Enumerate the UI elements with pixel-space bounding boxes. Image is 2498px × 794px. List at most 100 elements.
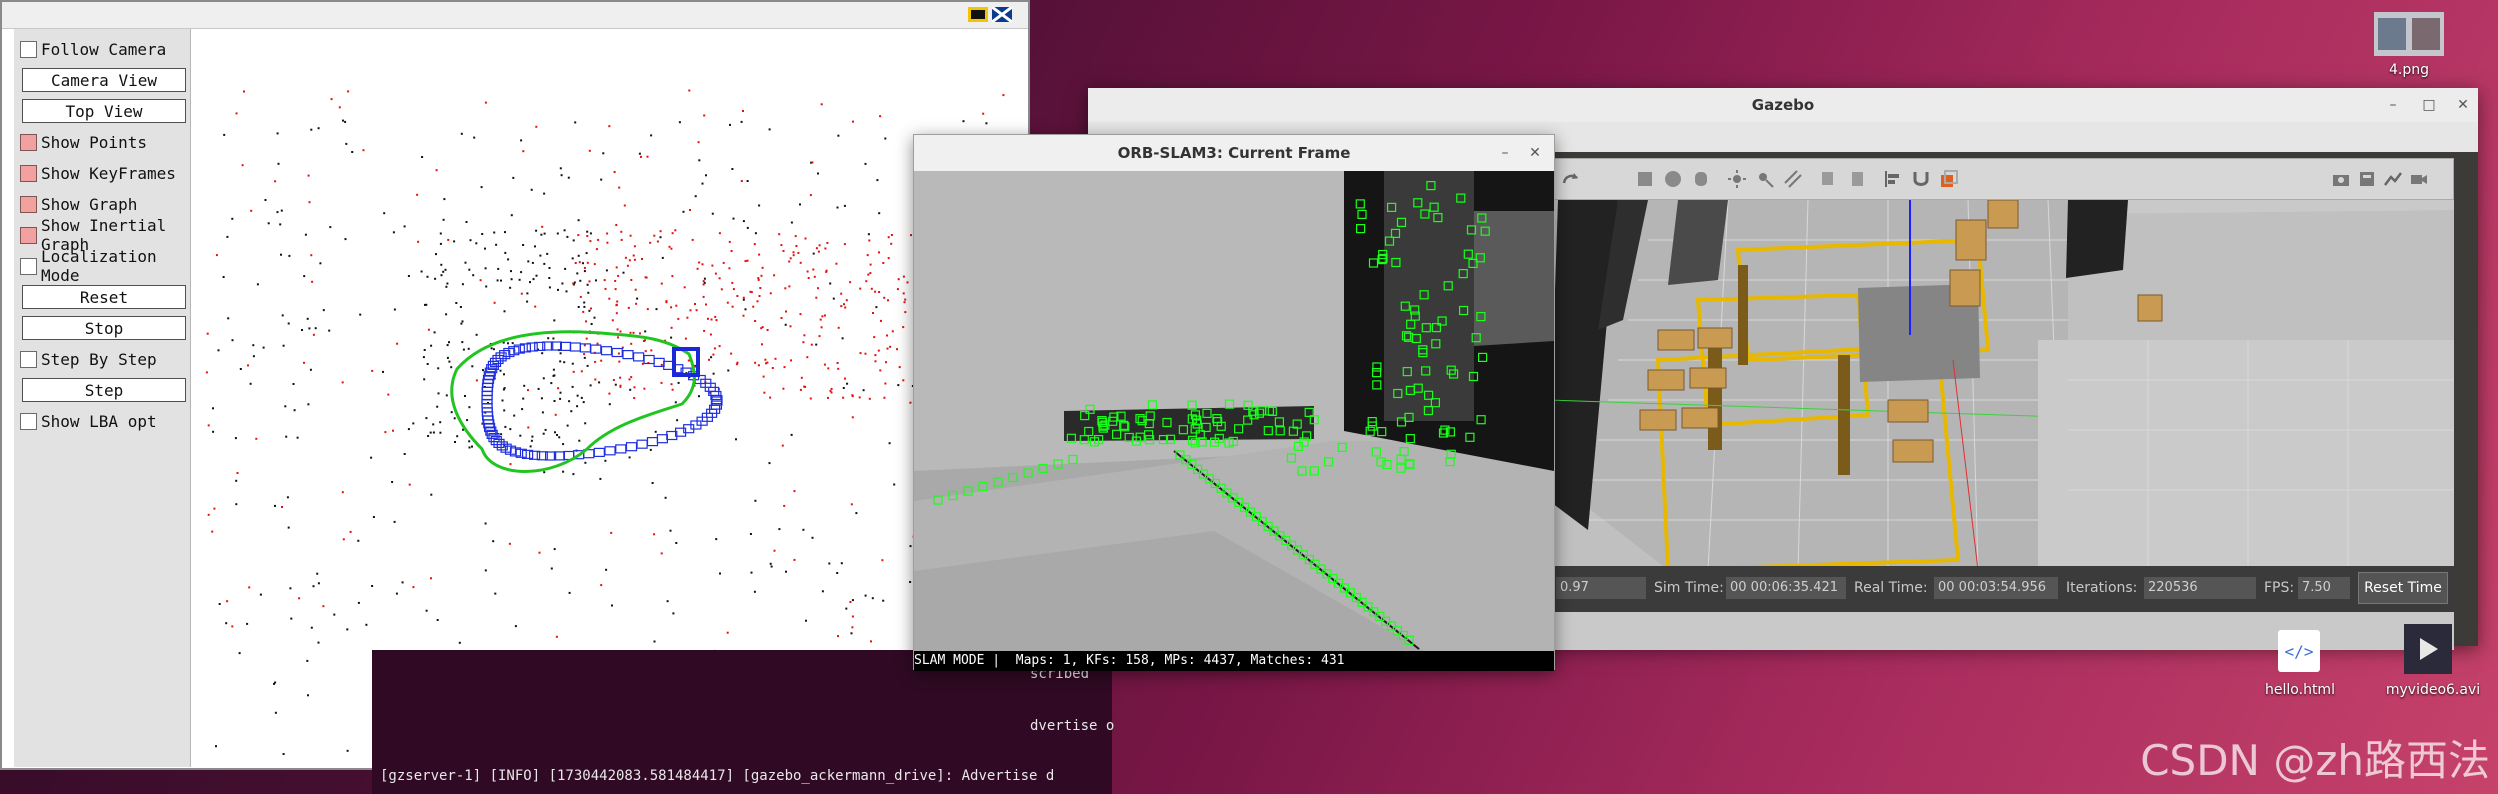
map-point [811,161,814,164]
close-button[interactable]: ✕ [1524,142,1546,164]
map-point [606,241,609,244]
log-icon[interactable] [2357,169,2377,189]
map-point [556,434,558,436]
snap-magnet-icon[interactable] [1911,169,1931,189]
show-lba-opt-checkbox[interactable]: Show LBA opt [20,407,188,435]
map-point [338,106,341,109]
iterations-label: Iterations: [2066,580,2138,596]
map-point [778,233,781,236]
desktop-file-hello-html[interactable]: </> [2278,630,2320,672]
show-graph-checkbox[interactable]: Show Graph [20,190,188,218]
cylinder-shape-icon[interactable] [1691,169,1711,189]
step-by-step-checkbox[interactable]: Step By Step [20,345,188,373]
keyframe [636,439,648,449]
video-record-icon[interactable] [2409,169,2429,189]
reset-time-button[interactable]: Reset Time [2358,572,2448,604]
map-point [836,572,839,574]
plot-icon[interactable] [2383,169,2403,189]
map-point [341,491,344,494]
map-point [781,444,784,447]
minimize-button[interactable]: – [1494,142,1516,164]
map-point [589,384,592,387]
spot-light-icon[interactable] [1755,169,1775,189]
map-point [392,231,395,234]
box-shape-icon[interactable] [1635,169,1655,189]
map-point [544,428,547,431]
map-point [473,136,476,139]
map-point [393,520,396,523]
map-point [720,288,723,291]
map-point [585,337,588,340]
minimize-icon[interactable] [968,7,988,22]
checkbox-box[interactable] [20,195,37,213]
maximize-icon[interactable] [992,7,1012,22]
align-icon[interactable] [1883,169,1903,189]
map-point [675,542,678,544]
close-button[interactable]: ✕ [2452,94,2474,116]
map-point [670,326,673,329]
point-light-icon[interactable] [1727,169,1747,189]
show-keyframes-checkbox[interactable]: Show KeyFrames [20,159,188,187]
map-point [718,345,721,348]
map-point [821,315,824,318]
window-title: ORB-SLAM3: Current Frame [1117,144,1351,162]
map-point [836,206,839,209]
copy-icon[interactable] [1819,169,1839,189]
sphere-shape-icon[interactable] [1663,169,1683,189]
map-point [292,383,295,385]
map-point [709,333,712,336]
reset-button[interactable]: Reset [22,285,186,309]
change-view-icon[interactable] [1939,169,1959,189]
map-point [789,257,792,260]
map-point [507,258,510,261]
map-point [264,199,267,201]
map-point [466,419,469,422]
map-point [500,279,502,282]
map-point [757,277,760,280]
screenshot-icon[interactable] [2331,169,2351,189]
localization-mode-checkbox[interactable]: Localization Mode [20,247,188,285]
redo-icon[interactable] [1561,169,1581,189]
map-point [744,260,747,263]
map-point [526,300,529,303]
map-point [718,232,721,235]
map-point [622,271,625,274]
checkbox-box[interactable] [20,412,37,430]
checkbox-box[interactable] [20,40,37,58]
map-point [464,261,467,264]
desktop-file-4png[interactable] [2374,12,2444,56]
map-point [568,400,571,403]
map-point [285,435,288,438]
checkbox-box[interactable] [20,350,37,368]
maximize-button[interactable]: □ [2418,94,2440,116]
map-point [346,628,349,631]
map-point [434,277,437,280]
directional-light-icon[interactable] [1783,169,1803,189]
step-button[interactable]: Step [22,378,186,402]
map-point [223,133,226,136]
minimize-button[interactable]: – [2382,94,2404,116]
map-point [712,353,715,356]
show-points-checkbox[interactable]: Show Points [20,128,188,156]
checkbox-box[interactable] [20,164,37,182]
follow-camera-checkbox[interactable]: Follow Camera [20,35,188,63]
map-point [778,528,781,531]
paste-icon[interactable] [1847,169,1867,189]
map-point [310,626,313,629]
checkbox-box[interactable] [20,226,37,244]
show-inertial-graph-checkbox[interactable]: Show Inertial Graph [20,216,188,254]
stop-button[interactable]: Stop [22,316,186,340]
map-point [616,328,619,331]
desktop-file-myvideo6[interactable] [2404,624,2452,674]
map-point [207,513,210,516]
camera-view-button[interactable]: Camera View [22,68,186,92]
checkbox-box[interactable] [20,257,37,275]
map-point [683,286,686,289]
map-point [633,258,636,261]
map-point [710,356,713,359]
top-view-button[interactable]: Top View [22,99,186,123]
map-point [793,558,796,561]
map-point [650,349,653,352]
checkbox-box[interactable] [20,133,37,151]
iterations-value: 220536 [2144,577,2256,599]
